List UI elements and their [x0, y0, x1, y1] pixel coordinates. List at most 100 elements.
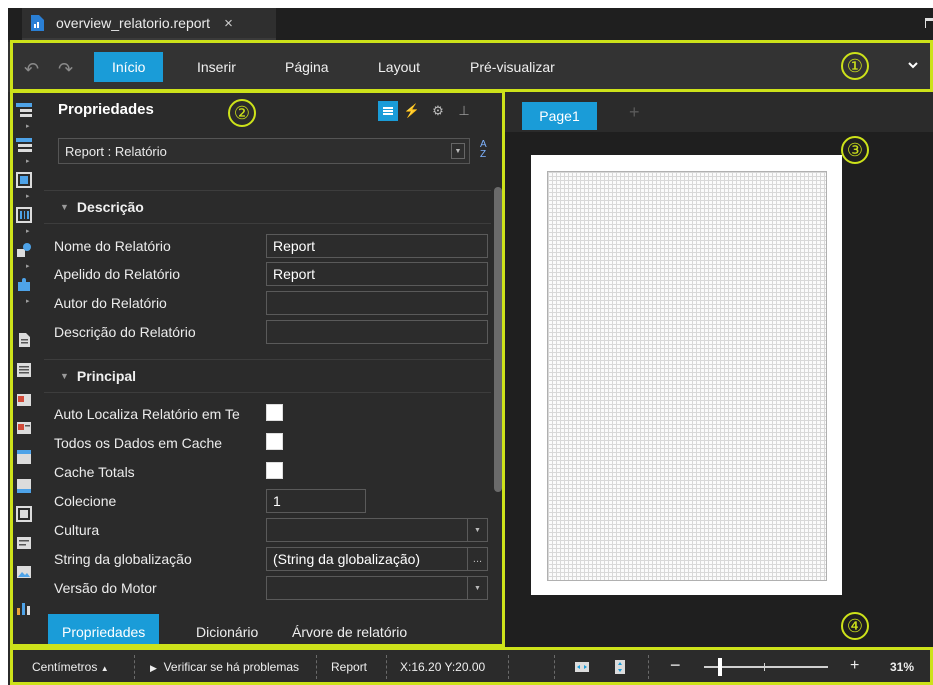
section-principal[interactable]: ▼ Principal: [44, 359, 491, 393]
section-descricao[interactable]: ▼ Descrição: [44, 190, 491, 224]
divider: [134, 655, 135, 679]
label-icon[interactable]: [16, 535, 32, 551]
property-label: Auto Localiza Relatório em Te: [54, 406, 240, 422]
tab-inicio[interactable]: Início: [94, 52, 164, 82]
tab-arvore-de-relatorio[interactable]: Árvore de relatório: [292, 614, 407, 650]
expand-arrow-icon[interactable]: ▸: [26, 227, 30, 235]
cache-all-data-checkbox[interactable]: [266, 433, 283, 450]
property-label: Cultura: [54, 522, 100, 538]
auto-localize-checkbox[interactable]: [266, 404, 283, 421]
property-label: Autor do Relatório: [54, 295, 167, 311]
shapes-icon[interactable]: [16, 242, 32, 258]
divider: [508, 655, 509, 679]
callout-marker-3: ③: [841, 136, 869, 164]
properties-list-icon[interactable]: [378, 101, 398, 121]
chevron-down-icon[interactable]: ▼: [451, 143, 465, 159]
cursor-coordinates: X:16.20 Y:20.00: [400, 660, 486, 674]
collapse-arrow-icon[interactable]: ▼: [60, 202, 69, 212]
ellipsis-button[interactable]: ...: [467, 548, 487, 570]
check-issues-button[interactable]: ▶ Verificar se há problemas: [150, 660, 299, 674]
page-grid[interactable]: [547, 171, 827, 581]
collapse-arrow-icon[interactable]: ▼: [60, 371, 69, 381]
tab-pre-visualizar[interactable]: Pré-visualizar: [470, 52, 555, 82]
rich-text-icon[interactable]: [16, 392, 32, 408]
culture-select[interactable]: ▼: [266, 518, 488, 542]
divider: [316, 655, 317, 679]
table-icon[interactable]: [16, 172, 32, 188]
field-value: Report: [273, 238, 316, 254]
chevron-down-icon[interactable]: ▼: [467, 519, 487, 541]
text-in-cells-icon[interactable]: [16, 420, 32, 436]
report-name-field[interactable]: Report: [266, 234, 488, 258]
zoom-out-button[interactable]: −: [670, 655, 681, 676]
properties-scrollbar[interactable]: [493, 187, 503, 607]
collate-field[interactable]: 1: [266, 489, 366, 513]
expand-arrow-icon[interactable]: ▸: [26, 297, 30, 305]
file-tab-bar: overview_relatorio.report ×: [8, 8, 933, 40]
check-issues-label: Verificar se há problemas: [163, 660, 299, 674]
report-description-field[interactable]: [266, 320, 488, 344]
tab-page1[interactable]: Page1: [522, 102, 597, 130]
properties-header: Propriedades ⚡ ⚙ ⊥: [44, 92, 505, 128]
chevron-down-icon[interactable]: [907, 59, 919, 71]
engine-version-select[interactable]: ▼: [266, 576, 488, 600]
cross-band-icon[interactable]: [16, 137, 32, 153]
add-page-icon[interactable]: +: [629, 102, 640, 123]
tab-layout[interactable]: Layout: [378, 52, 420, 82]
globalization-string-field[interactable]: (String da globalização) ...: [266, 547, 488, 571]
pin-icon[interactable]: ⊥: [454, 101, 474, 121]
band-icon[interactable]: [16, 102, 32, 118]
events-lightning-icon[interactable]: ⚡: [402, 101, 422, 121]
footer-band-icon[interactable]: [16, 478, 32, 494]
divider: [386, 655, 387, 679]
expand-arrow-icon[interactable]: ▸: [26, 262, 30, 270]
header-band-icon[interactable]: [16, 449, 32, 465]
zoom-slider-track[interactable]: [704, 666, 828, 668]
file-tab[interactable]: overview_relatorio.report ×: [22, 8, 276, 40]
report-author-field[interactable]: [266, 291, 488, 315]
caret-up-icon: ▲: [100, 664, 109, 673]
undo-icon[interactable]: ↶: [24, 59, 39, 80]
status-bar: Centímetros ▲ ▶ Verificar se há problema…: [8, 649, 933, 685]
redo-icon[interactable]: ↷: [58, 59, 73, 80]
image-icon[interactable]: [16, 564, 32, 580]
callout-marker-4: ④: [841, 612, 869, 640]
text-icon[interactable]: [16, 332, 32, 348]
puzzle-icon[interactable]: [16, 277, 32, 293]
tab-dicionario[interactable]: Dicionário: [196, 614, 258, 650]
fit-width-icon[interactable]: [574, 659, 590, 675]
expand-arrow-icon[interactable]: ▸: [26, 122, 30, 130]
play-icon: ▶: [150, 663, 157, 673]
panel-icon[interactable]: [16, 506, 32, 522]
tab-propriedades[interactable]: Propriedades: [48, 614, 160, 650]
data-band-icon[interactable]: [16, 362, 32, 378]
divider: [648, 655, 649, 679]
close-tab-icon[interactable]: ×: [224, 15, 233, 32]
tab-inserir[interactable]: Inserir: [197, 52, 236, 82]
report-page[interactable]: [531, 155, 842, 595]
ribbon-menu: ↶ ↷ Início Inserir Página Layout Pré-vis…: [8, 42, 933, 92]
file-tab-name: overview_relatorio.report: [56, 15, 211, 31]
report-alias-field[interactable]: Report: [266, 262, 488, 286]
sort-az-icon[interactable]: AZ: [480, 140, 487, 160]
fit-page-icon[interactable]: [612, 659, 628, 675]
zoom-slider-thumb[interactable]: [718, 658, 722, 676]
object-selector[interactable]: Report : Relatório ▼: [58, 138, 470, 164]
property-label: Colecione: [54, 493, 117, 509]
zoom-tick: [764, 663, 765, 671]
expand-arrow-icon[interactable]: ▸: [26, 192, 30, 200]
chevron-down-icon[interactable]: ▼: [467, 577, 487, 599]
scrollbar-thumb[interactable]: [494, 187, 502, 492]
callout-marker-2: ②: [228, 99, 256, 127]
zoom-in-button[interactable]: +: [850, 657, 859, 675]
chart-icon[interactable]: [16, 600, 32, 616]
callout-marker-1: ①: [841, 52, 869, 80]
window-restore-icon[interactable]: [925, 18, 933, 28]
tab-pagina[interactable]: Página: [285, 52, 329, 82]
barcode-icon[interactable]: [16, 207, 32, 223]
cache-totals-checkbox[interactable]: [266, 462, 283, 479]
gear-icon[interactable]: ⚙: [428, 101, 448, 121]
expand-arrow-icon[interactable]: ▸: [26, 157, 30, 165]
units-selector[interactable]: Centímetros ▲: [32, 660, 109, 674]
property-label: Descrição do Relatório: [54, 324, 196, 340]
